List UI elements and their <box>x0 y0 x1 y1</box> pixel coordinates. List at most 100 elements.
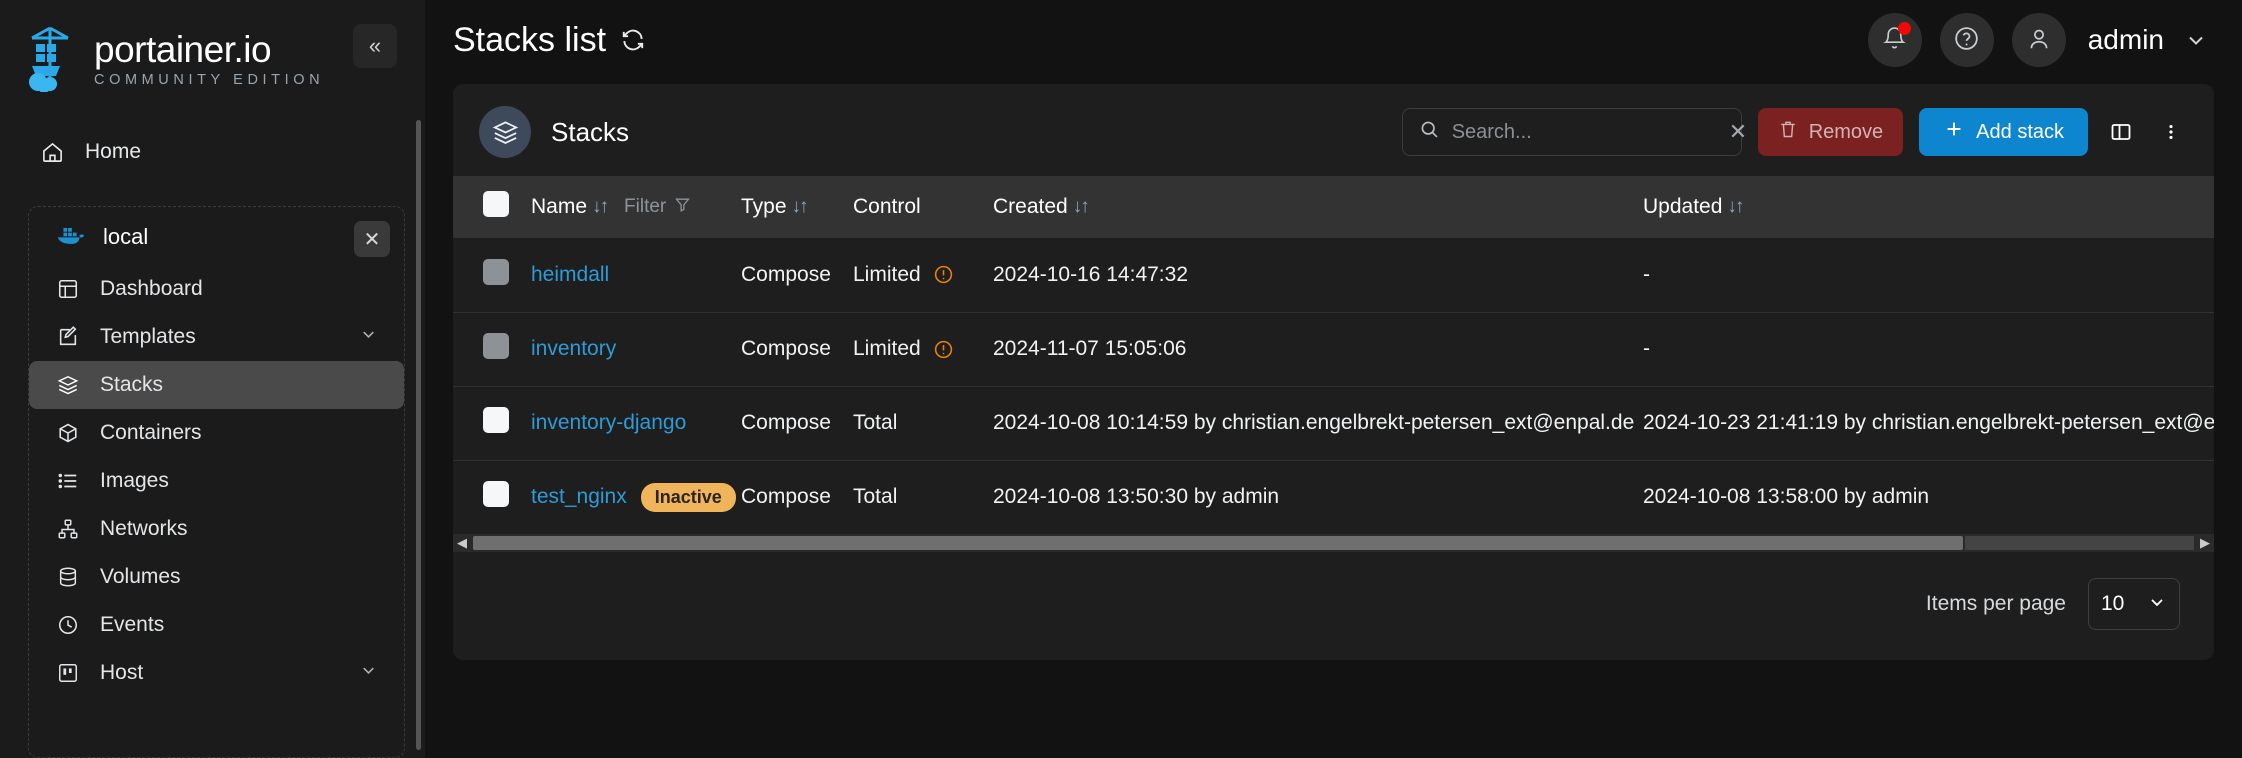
column-header-name-label: Name <box>531 195 588 218</box>
select-all-checkbox[interactable] <box>483 191 509 217</box>
top-right-controls: admin <box>1867 13 2208 67</box>
sidebar-collapse-button[interactable]: « <box>353 24 397 68</box>
sidebar-item-volumes[interactable]: Volumes <box>29 553 404 601</box>
refresh-icon[interactable] <box>620 27 646 53</box>
column-header-type[interactable]: Type ↓↑ <box>741 176 853 238</box>
row-name-cell: heimdall <box>531 238 741 313</box>
sort-arrows-icon[interactable]: ↓↑ <box>1727 196 1744 218</box>
scrollbar-thumb[interactable] <box>473 536 1963 550</box>
close-icon: ✕ <box>363 228 381 251</box>
column-header-created-label: Created <box>993 195 1068 218</box>
panel-header: Stacks ✕ <box>453 84 2214 176</box>
horizontal-scrollbar[interactable]: ◀ ▶ <box>453 534 2214 552</box>
docker-whale-icon <box>55 223 85 251</box>
sidebar-item-home-label: Home <box>85 140 142 163</box>
row-select-cell[interactable] <box>453 460 531 534</box>
environment-close-button[interactable]: ✕ <box>354 221 390 257</box>
help-button[interactable] <box>1939 13 1994 67</box>
app-root: portainer.io COMMUNITY EDITION « Home lo… <box>0 0 2242 758</box>
row-select-cell[interactable] <box>453 312 531 387</box>
table-header-row: Name ↓↑ Filter Type ↓↑ Control Created ↓… <box>453 176 2214 238</box>
select-all-header[interactable] <box>453 176 531 238</box>
stack-name-link[interactable]: test_nginx <box>531 485 627 509</box>
notifications-button[interactable] <box>1867 13 1922 67</box>
plus-icon <box>1943 118 1965 146</box>
row-updated-cell: - <box>1643 238 2214 313</box>
items-per-page-select[interactable]: 10 <box>2088 578 2180 630</box>
kebab-menu-icon[interactable] <box>2154 110 2188 154</box>
remove-button[interactable]: Remove <box>1757 108 1904 156</box>
search-input[interactable] <box>1451 120 1717 144</box>
home-icon <box>40 140 65 165</box>
chevron-down-icon <box>359 325 378 350</box>
notification-badge <box>1897 22 1911 35</box>
sidebar-item-events[interactable]: Events <box>29 601 404 649</box>
row-checkbox[interactable] <box>483 333 509 359</box>
row-control-label: Total <box>853 411 898 434</box>
search-clear-button[interactable]: ✕ <box>1729 119 1747 145</box>
row-created-cell: 2024-10-16 14:47:32 <box>993 238 1643 313</box>
stack-name-link[interactable]: inventory-django <box>531 411 686 435</box>
sort-arrows-icon[interactable]: ↓↑ <box>592 196 609 218</box>
row-checkbox[interactable] <box>483 258 509 285</box>
top-header: Stacks list admin <box>425 0 2242 80</box>
row-checkbox[interactable] <box>483 481 509 508</box>
sidebar-item-containers[interactable]: Containers <box>29 409 404 457</box>
triangle-right-icon[interactable]: ▶ <box>2196 534 2214 552</box>
sidebar-item-networks[interactable]: Networks <box>29 505 404 553</box>
warning-circle-icon[interactable] <box>933 339 954 360</box>
sidebar-item-templates[interactable]: Templates <box>29 313 404 361</box>
user-menu[interactable]: admin <box>2088 24 2208 56</box>
row-checkbox[interactable] <box>483 407 509 433</box>
column-header-control-label: Control <box>853 195 921 218</box>
scrollbar-track[interactable] <box>1965 536 2194 550</box>
sidebar-item-images[interactable]: Images <box>29 457 404 505</box>
warning-circle-icon[interactable] <box>933 264 954 285</box>
main-content: Stacks list admin Stacks Search... ✕ Rem… <box>425 0 2242 758</box>
column-header-created[interactable]: Created ↓↑ <box>993 176 1643 238</box>
name-filter[interactable]: Filter <box>624 196 691 219</box>
chevron-down-icon <box>2184 28 2208 52</box>
sidebar-scrollbar[interactable] <box>416 120 421 750</box>
containers-icon <box>55 421 80 446</box>
stack-name-link[interactable]: inventory <box>531 337 616 361</box>
add-stack-button[interactable]: Add stack <box>1919 108 2088 156</box>
environment-header[interactable]: local ✕ <box>29 207 404 265</box>
stack-name-link[interactable]: heimdall <box>531 263 609 287</box>
avatar-button[interactable] <box>2011 13 2066 67</box>
table-body: heimdall Compose Limited 2024-10-16 14:4… <box>453 238 2214 534</box>
sidebar-item-stacks[interactable]: Stacks <box>29 361 404 409</box>
sidebar-item-dashboard[interactable]: Dashboard <box>29 265 404 313</box>
table-row[interactable]: test_nginx Inactive Compose Total 2024-1 <box>453 460 2214 534</box>
row-select-cell[interactable] <box>453 238 531 313</box>
row-type-cell: Compose <box>741 312 853 387</box>
table-row[interactable]: heimdall Compose Limited 2024-10-16 14:4… <box>453 238 2214 313</box>
panel-footer: Items per page 10 <box>453 552 2214 660</box>
table-row[interactable]: inventory Compose Limited 2024-11-07 15:… <box>453 312 2214 387</box>
environment-name: local <box>103 224 149 249</box>
row-control-label: Limited <box>853 262 921 286</box>
sort-arrows-icon[interactable]: ↓↑ <box>1073 196 1090 218</box>
sidebar-nav-list: Dashboard Templates Stacks Containers Im… <box>29 265 404 697</box>
row-select-cell[interactable] <box>453 386 531 461</box>
row-control-label: Total <box>853 485 898 509</box>
search-box[interactable]: ✕ <box>1401 108 1747 156</box>
sidebar-item-host-label: Host <box>100 661 144 684</box>
sort-arrows-icon[interactable]: ↓↑ <box>792 196 809 218</box>
row-created-cell: 2024-10-08 10:14:59 by christian.engelbr… <box>993 386 1643 461</box>
triangle-left-icon[interactable]: ◀ <box>453 534 471 552</box>
column-header-control[interactable]: Control <box>853 176 993 238</box>
row-type-cell: Compose <box>741 238 853 313</box>
sidebar-item-networks-label: Networks <box>100 517 188 540</box>
table-row[interactable]: inventory-django Compose Total 2024-10-0… <box>453 386 2214 461</box>
row-control-label: Limited <box>853 337 921 360</box>
columns-layout-icon[interactable] <box>2104 110 2138 154</box>
items-per-page-value: 10 <box>2101 592 2125 615</box>
question-circle-icon <box>1953 25 1980 55</box>
sidebar-item-host[interactable]: Host <box>29 649 404 697</box>
brand-edition: COMMUNITY EDITION <box>94 71 325 88</box>
column-header-name[interactable]: Name ↓↑ Filter <box>531 176 741 238</box>
sidebar-item-home[interactable]: Home <box>0 124 425 180</box>
column-header-updated[interactable]: Updated ↓↑ <box>1643 176 2214 238</box>
row-control-cell: Limited <box>853 312 993 387</box>
